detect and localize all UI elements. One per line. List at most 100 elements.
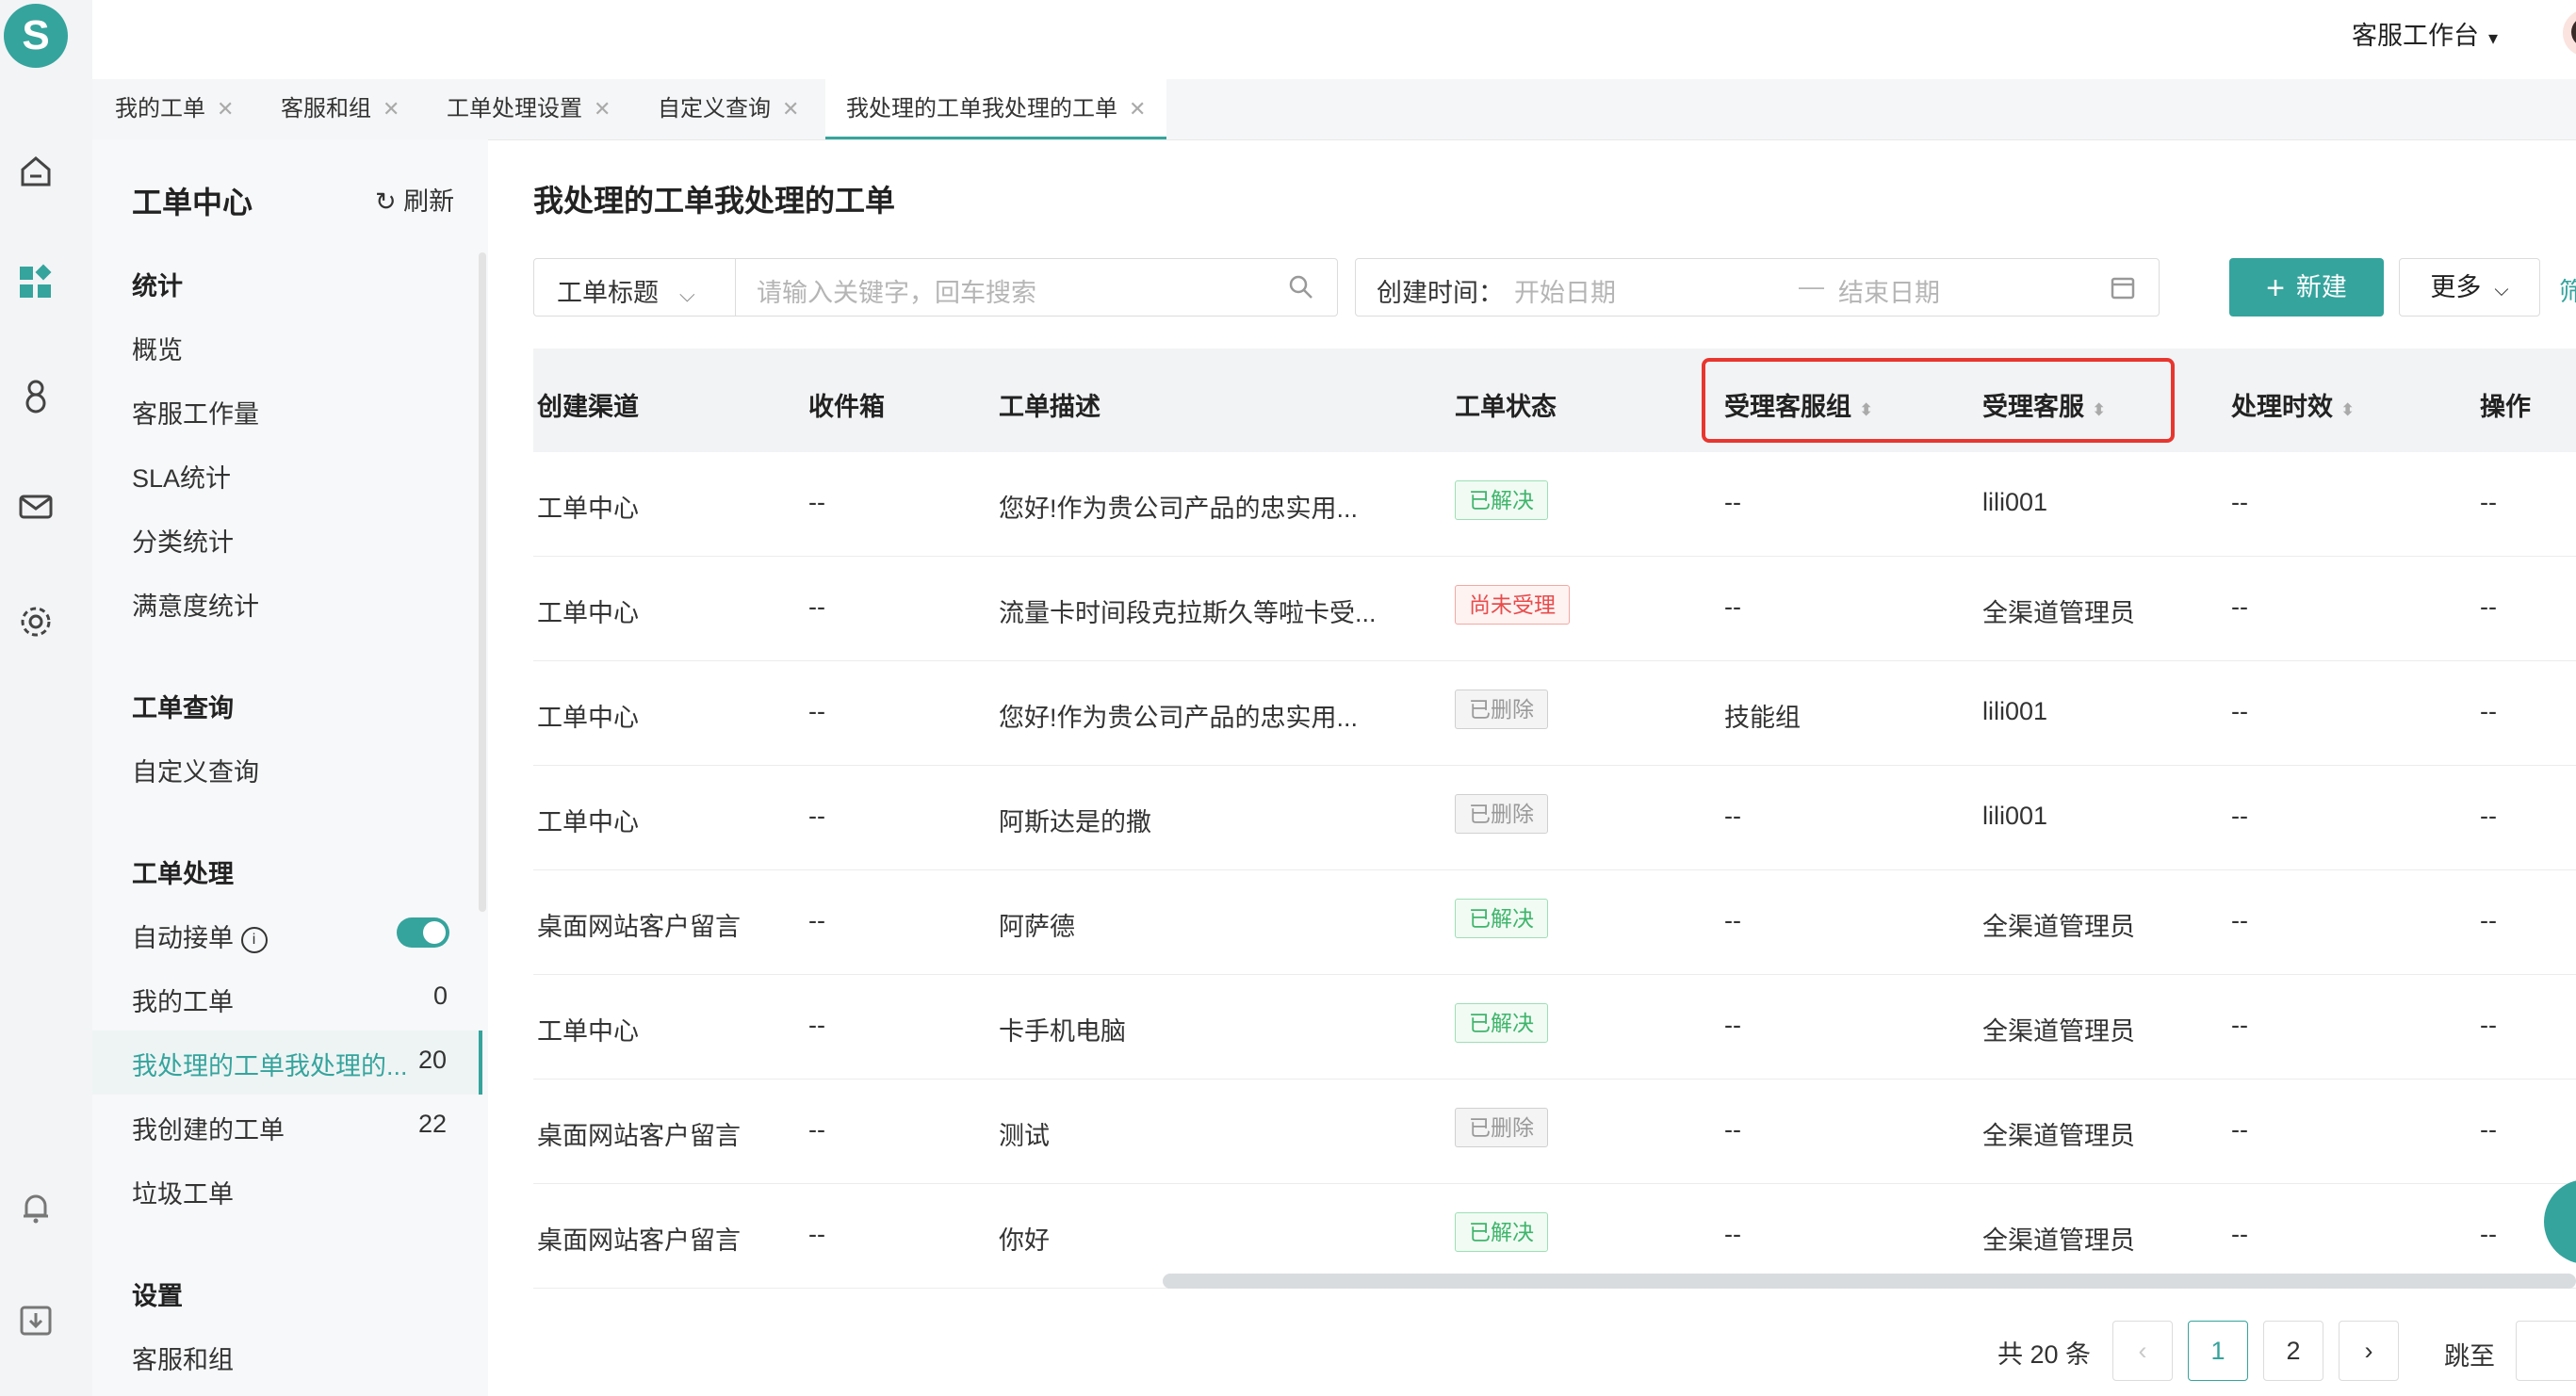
sidebar-item-custom-query[interactable]: 自定义查询: [132, 752, 259, 788]
search-icon[interactable]: [1288, 274, 1314, 305]
tab-my-tickets[interactable]: 我的工单 ✕: [115, 79, 234, 139]
next-page-button[interactable]: ›: [2339, 1321, 2399, 1381]
page-2-button[interactable]: 2: [2263, 1321, 2323, 1381]
cell-agent-group: --: [1724, 1220, 1741, 1248]
cell-channel: 工单中心: [537, 808, 639, 836]
jump-label: 跳至: [2444, 1342, 2495, 1371]
col-channel: 创建渠道: [537, 393, 639, 421]
table-row[interactable]: 工单中心 -- 流量卡时间段克拉斯久等啦卡受... -- 全渠道管理员 -- -- 尚未受理: [533, 557, 2576, 661]
home-icon[interactable]: [13, 149, 58, 194]
sidebar-item-agent-workload[interactable]: 客服工作量: [132, 394, 259, 430]
search-input[interactable]: 请输入关键字，回车搜索: [757, 272, 1036, 309]
cell-sla: --: [2231, 592, 2248, 621]
col-inbox: 收件箱: [808, 393, 885, 421]
page-1-button[interactable]: 1: [2188, 1321, 2248, 1381]
sort-icon[interactable]: ⬍: [2340, 400, 2355, 419]
start-date-input[interactable]: 开始日期: [1514, 272, 1616, 309]
close-icon[interactable]: ✕: [782, 97, 799, 121]
cell-agent-group: --: [1724, 1011, 1741, 1039]
app-logo[interactable]: S: [4, 4, 68, 68]
table-row[interactable]: 工单中心 -- 卡手机电脑 -- 全渠道管理员 -- -- 已解决: [533, 975, 2576, 1079]
contacts-icon[interactable]: [13, 373, 58, 418]
status-badge: 已解决: [1455, 899, 1548, 938]
sidebar-item-created-tickets[interactable]: 我创建的工单: [132, 1110, 285, 1146]
new-ticket-button[interactable]: + 新建: [2229, 258, 2384, 317]
tab-label: 自定义查询: [658, 96, 771, 122]
close-icon[interactable]: ✕: [383, 97, 399, 121]
col-sla-label: 处理时效: [2231, 393, 2333, 421]
cell-sla: --: [2231, 802, 2248, 830]
table-row[interactable]: 桌面网站客户留言 -- 阿萨德 -- 全渠道管理员 -- -- 已解决: [533, 870, 2576, 975]
cell-actions: --: [2480, 697, 2497, 725]
sidebar-item-trash[interactable]: 垃圾工单: [132, 1174, 234, 1210]
tab-custom-query[interactable]: 自定义查询 ✕: [658, 79, 799, 139]
cell-agent-group: --: [1724, 592, 1741, 621]
info-icon[interactable]: i: [240, 926, 268, 953]
download-icon[interactable]: [13, 1298, 58, 1343]
settings-gear-icon[interactable]: [13, 599, 58, 644]
tab-handled-tickets[interactable]: 我处理的工单我处理的工单 ✕: [825, 79, 1167, 139]
cell-description: 测试: [999, 1122, 1050, 1150]
notification-bell-icon[interactable]: [13, 1185, 58, 1230]
total-count: 共 20 条: [1997, 1340, 2092, 1369]
sidebar-item-overview[interactable]: 概览: [132, 330, 183, 366]
refresh-button[interactable]: ↻ 刷新: [375, 181, 454, 218]
dashboard-icon[interactable]: [13, 260, 58, 305]
sidebar-item-category-stats[interactable]: 分类统计: [132, 522, 234, 559]
sidebar-item-satisfaction-stats[interactable]: 满意度统计: [132, 586, 259, 623]
close-icon[interactable]: ✕: [1129, 97, 1146, 121]
cell-agent: lili001: [1982, 802, 2048, 830]
cell-agent: lili001: [1982, 488, 2048, 516]
end-date-input[interactable]: 结束日期: [1838, 272, 1940, 309]
sidebar-item-auto-accept: 自动接单 i: [132, 917, 268, 954]
section-stats: 统计: [132, 272, 183, 300]
cell-actions: --: [2480, 1011, 2497, 1039]
mail-icon[interactable]: [13, 484, 58, 529]
more-button[interactable]: 更多 ⌵: [2399, 258, 2540, 317]
cell-channel: 桌面网站客户留言: [537, 1226, 741, 1255]
sidebar-item-handled-tickets[interactable]: 我处理的工单我处理的...: [132, 1046, 408, 1082]
cell-inbox: --: [808, 592, 825, 621]
auto-accept-label: 自动接单: [132, 924, 234, 952]
sidebar-scrollbar[interactable]: [479, 252, 486, 912]
filter-link[interactable]: 筛: [2559, 271, 2576, 308]
workbench-switcher[interactable]: 客服工作台 ▾: [2352, 15, 2498, 52]
close-icon[interactable]: ✕: [217, 97, 234, 121]
range-separator: —: [1799, 272, 1824, 300]
date-range-picker[interactable]: 创建时间： 开始日期 — 结束日期: [1355, 258, 2160, 317]
section-process: 工单处理: [132, 860, 234, 888]
cell-agent: 全渠道管理员: [1982, 913, 2135, 941]
table-row[interactable]: 工单中心 -- 您好!作为贵公司产品的忠实用... -- lili001 -- -- 已解决: [533, 452, 2576, 557]
cell-agent: 全渠道管理员: [1982, 1226, 2135, 1255]
cell-description: 你好: [999, 1226, 1050, 1255]
cell-sla: --: [2231, 1115, 2248, 1144]
sidebar-item-my-tickets[interactable]: 我的工单: [132, 982, 234, 1018]
close-icon[interactable]: ✕: [594, 97, 611, 121]
prev-page-button[interactable]: ‹: [2112, 1321, 2173, 1381]
status-badge: 已删除: [1455, 690, 1548, 729]
jump-page-input[interactable]: [2516, 1321, 2576, 1381]
cell-agent: lili001: [1982, 697, 2048, 725]
status-badge: 已删除: [1455, 1108, 1548, 1147]
auto-accept-toggle[interactable]: [397, 917, 449, 948]
created-tickets-count: 22: [418, 1110, 448, 1138]
cell-actions: --: [2480, 1220, 2497, 1248]
col-sla[interactable]: 处理时效 ⬍: [2231, 386, 2355, 423]
sidebar-title: 工单中心: [132, 186, 253, 219]
sidebar-item-agents-groups[interactable]: 客服和组: [132, 1339, 234, 1376]
field-select[interactable]: 工单标题 ⌵: [557, 272, 695, 309]
table-row[interactable]: 工单中心 -- 阿斯达是的撒 -- lili001 -- -- 已删除: [533, 766, 2576, 870]
sidebar-item-sla-stats[interactable]: SLA统计: [132, 458, 231, 495]
cell-channel: 桌面网站客户留言: [537, 913, 741, 941]
tab-ticket-settings[interactable]: 工单处理设置 ✕: [447, 79, 611, 139]
horizontal-scrollbar[interactable]: [1163, 1274, 2576, 1289]
table-row[interactable]: 桌面网站客户留言 -- 测试 -- 全渠道管理员 -- -- 已删除: [533, 1079, 2576, 1184]
cell-sla: --: [2231, 906, 2248, 934]
tab-agents-groups[interactable]: 客服和组 ✕: [281, 79, 399, 139]
table-row[interactable]: 工单中心 -- 您好!作为贵公司产品的忠实用... 技能组 lili001 -- -- 已删除: [533, 661, 2576, 766]
cell-sla: --: [2231, 697, 2248, 725]
cell-sla: --: [2231, 1011, 2248, 1039]
page-title: 我处理的工单我处理的工单: [533, 184, 896, 218]
top-bar: 客服工作台▾ lili0: [92, 0, 2576, 79]
user-avatar[interactable]: [2563, 9, 2576, 57]
